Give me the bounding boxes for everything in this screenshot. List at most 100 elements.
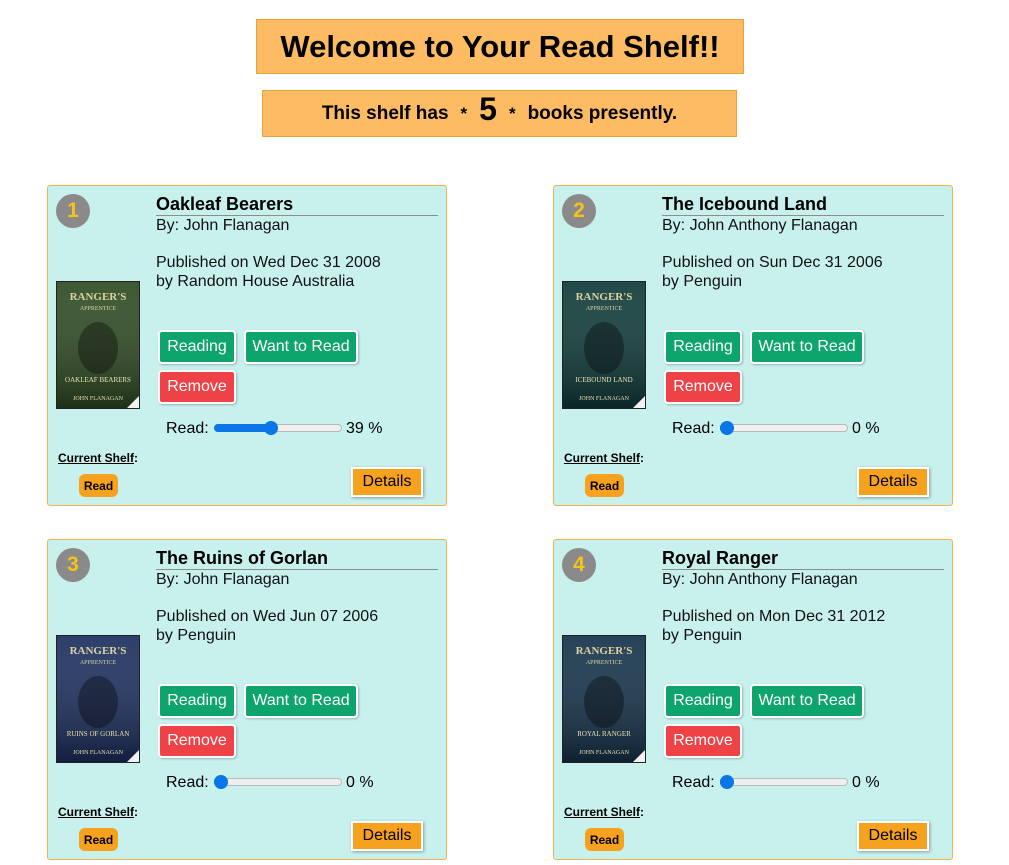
book-author: By: John Anthony Flanagan [662,571,858,588]
book-number: 3 [67,553,79,576]
read-progress-value: 0 % [852,420,880,437]
want-to-read-button[interactable]: Want to Read [750,330,864,364]
shelf-count-banner: This shelf has * 5 * books presently. [262,90,737,137]
current-shelf-label: Current Shelf: [564,451,644,465]
current-shelf-colon: : [134,805,139,819]
book-published-date: Published on Wed Jun 07 2006 [156,608,379,625]
book-author: By: John Anthony Flanagan [662,217,858,234]
book-card: 4 Royal Ranger By: John Anthony Flanagan… [553,539,953,860]
slider-thumb[interactable] [264,421,278,435]
remove-button[interactable]: Remove [158,724,236,758]
slider-track [214,778,342,786]
current-shelf-label: Current Shelf: [58,805,138,819]
book-author: By: John Flanagan [156,217,290,234]
book-card: 2 The Icebound Land By: John Anthony Fla… [553,185,953,506]
current-shelf-colon: : [640,805,645,819]
book-title: Oakleaf Bearers [156,194,438,216]
svg-text:RUINS OF GORLAN: RUINS OF GORLAN [67,730,130,738]
details-button[interactable]: Details [857,821,929,851]
book-number-badge: 4 [562,548,596,582]
svg-text:RANGER'S: RANGER'S [576,291,633,303]
svg-text:OAKLEAF BEARERS: OAKLEAF BEARERS [65,376,131,384]
remove-button[interactable]: Remove [664,370,742,404]
book-publisher: by Penguin [662,273,743,290]
svg-text:JOHN FLANAGAN: JOHN FLANAGAN [579,750,630,756]
book-title: Royal Ranger [662,548,944,570]
book-publisher: by Penguin [156,627,237,644]
current-shelf-colon: : [640,451,645,465]
book-number: 4 [573,553,585,576]
slider-track [720,778,848,786]
book-number: 1 [67,199,79,222]
svg-text:ROYAL RANGER: ROYAL RANGER [577,730,631,738]
svg-text:RANGER'S: RANGER'S [576,645,633,657]
book-number: 2 [573,199,585,222]
read-progress-slider[interactable] [214,772,342,792]
current-shelf-label: Current Shelf: [58,451,138,465]
current-shelf-badge: Read [79,474,118,497]
want-to-read-button[interactable]: Want to Read [244,684,358,718]
book-cover-image: RANGER'S APPRENTICE ROYAL RANGER JOHN FL… [562,635,646,763]
current-shelf-badge: Read [79,828,118,851]
book-title: The Ruins of Gorlan [156,548,438,570]
current-shelf-colon: : [134,451,139,465]
svg-text:RANGER'S: RANGER'S [70,645,127,657]
book-published-date: Published on Wed Dec 31 2008 [156,254,381,271]
svg-text:JOHN FLANAGAN: JOHN FLANAGAN [579,396,630,402]
want-to-read-button[interactable]: Want to Read [244,330,358,364]
book-number-badge: 3 [56,548,90,582]
read-progress-label: Read: [672,774,715,791]
details-button[interactable]: Details [351,467,423,497]
read-progress-label: Read: [166,774,209,791]
reading-button[interactable]: Reading [158,684,236,718]
count-sep-left: * [460,103,468,123]
reading-button[interactable]: Reading [664,330,742,364]
read-progress-value: 0 % [346,774,374,791]
details-button[interactable]: Details [857,467,929,497]
current-shelf-text: Current Shelf [564,805,641,819]
slider-thumb[interactable] [214,775,228,789]
read-progress-slider[interactable] [214,418,342,438]
slider-thumb[interactable] [720,421,734,435]
book-number-badge: 2 [562,194,596,228]
svg-text:ICEBOUND LAND: ICEBOUND LAND [575,376,632,384]
current-shelf-label: Current Shelf: [564,805,644,819]
book-cover-image: RANGER'S APPRENTICE ICEBOUND LAND JOHN F… [562,281,646,409]
slider-thumb[interactable] [720,775,734,789]
want-to-read-button[interactable]: Want to Read [750,684,864,718]
svg-text:APPRENTICE: APPRENTICE [80,306,117,312]
remove-button[interactable]: Remove [158,370,236,404]
slider-track [720,424,848,432]
book-published-date: Published on Mon Dec 31 2012 [662,608,886,625]
svg-text:APPRENTICE: APPRENTICE [80,660,117,666]
book-title: The Icebound Land [662,194,944,216]
slider-fill [214,424,271,432]
book-author: By: John Flanagan [156,571,290,588]
current-shelf-text: Current Shelf [58,451,135,465]
current-shelf-badge: Read [585,828,624,851]
read-progress-label: Read: [672,420,715,437]
svg-text:JOHN FLANAGAN: JOHN FLANAGAN [73,396,124,402]
read-progress-label: Read: [166,420,209,437]
current-shelf-text: Current Shelf [58,805,135,819]
page-title: Welcome to Your Read Shelf!! [256,19,744,74]
reading-button[interactable]: Reading [158,330,236,364]
remove-button[interactable]: Remove [664,724,742,758]
read-progress-slider[interactable] [720,418,848,438]
book-count: 5 [479,91,497,127]
book-cover-image: RANGER'S APPRENTICE RUINS OF GORLAN JOHN… [56,635,140,763]
read-progress-value: 39 % [346,420,383,437]
count-suffix: books presently. [527,102,678,124]
book-published-date: Published on Sun Dec 31 2006 [662,254,883,271]
svg-text:JOHN FLANAGAN: JOHN FLANAGAN [73,750,124,756]
reading-button[interactable]: Reading [664,684,742,718]
book-publisher: by Random House Australia [156,273,355,290]
book-publisher: by Penguin [662,627,743,644]
book-cover-image: RANGER'S APPRENTICE OAKLEAF BEARERS JOHN… [56,281,140,409]
details-button[interactable]: Details [351,821,423,851]
book-card: 1 Oakleaf Bearers By: John Flanagan Publ… [47,185,447,506]
read-progress-value: 0 % [852,774,880,791]
count-sep-right: * [508,103,516,123]
read-progress-slider[interactable] [720,772,848,792]
page-title-text: Welcome to Your Read Shelf!! [280,28,720,64]
